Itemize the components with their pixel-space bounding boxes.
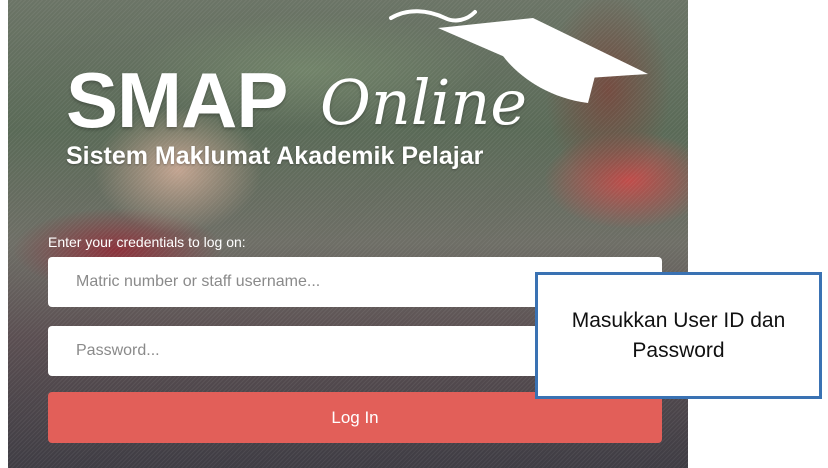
login-button[interactable]: Log In — [48, 392, 662, 443]
annotation-callout: Masukkan User ID dan Password — [535, 272, 822, 399]
annotation-text: Masukkan User ID dan Password — [571, 308, 786, 362]
credentials-instruction: Enter your credentials to log on: — [48, 234, 246, 250]
logo-title-main: SMAP — [66, 56, 288, 144]
logo-subtitle: Sistem Maklumat Akademik Pelajar — [66, 142, 484, 170]
logo-title-script: Online — [320, 66, 528, 139]
